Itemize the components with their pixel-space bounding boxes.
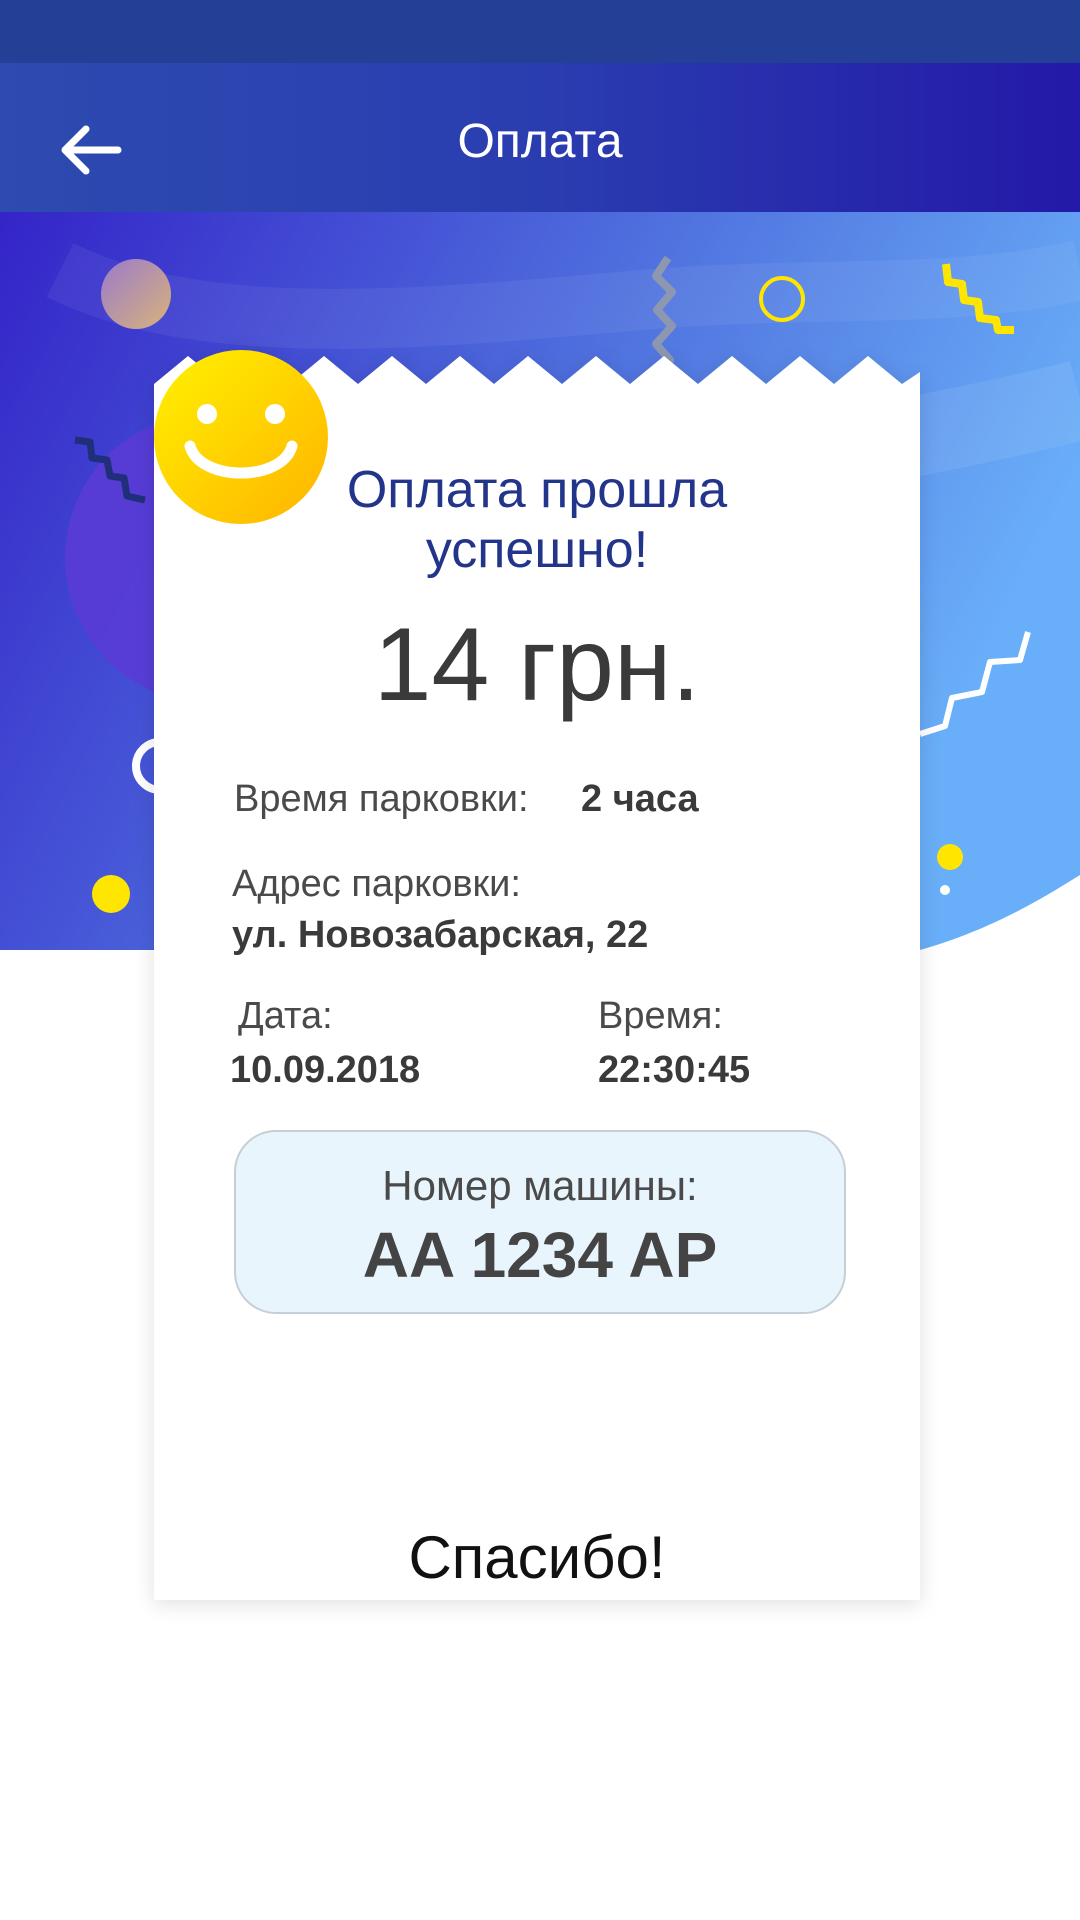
page-title: Оплата (457, 115, 623, 168)
time-value: 22:30:45 (598, 1049, 751, 1091)
smiley-face-icon (154, 350, 328, 524)
time-label: Время: (598, 995, 723, 1037)
address-value: ул. Новозабарская, 22 (232, 914, 649, 956)
payment-success-screen: Оплата Оплата прошла успешно! 14 грн. Вр… (0, 0, 1080, 1920)
parking-time-value: 2 часа (581, 778, 699, 820)
payment-amount: 14 грн. (373, 607, 701, 723)
plate-box: Номер машины: AA 1234 AP (234, 1130, 846, 1314)
status-bar (0, 0, 1080, 63)
thanks-message: Спасибо! (408, 1524, 666, 1591)
address-label: Адрес парковки: (232, 863, 521, 905)
date-label: Дата: (238, 995, 333, 1037)
parking-time-label: Время парковки: (234, 778, 529, 820)
success-title-line2: успешно! (425, 521, 649, 579)
plate-label: Номер машины: (382, 1162, 698, 1209)
receipt-card: Оплата прошла успешно! 14 грн. Время пар… (154, 350, 920, 1600)
plate-value: AA 1234 AP (362, 1219, 718, 1291)
date-value: 10.09.2018 (230, 1049, 421, 1091)
